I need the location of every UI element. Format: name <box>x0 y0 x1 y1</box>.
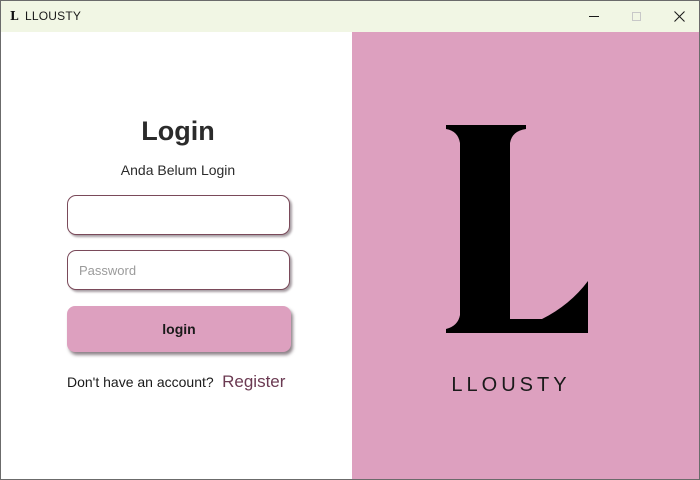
close-button[interactable] <box>656 1 699 32</box>
username-input[interactable] <box>67 195 290 235</box>
llousty-l-logo-icon <box>446 125 588 333</box>
register-link[interactable]: Register <box>222 372 285 391</box>
maximize-button[interactable] <box>613 1 659 32</box>
brand-name: LLOUSTY <box>451 374 571 396</box>
login-button[interactable]: login <box>67 306 291 352</box>
password-input[interactable] <box>67 250 290 290</box>
brand-panel <box>352 32 699 479</box>
register-prompt: Don't have an account? Register <box>67 372 285 392</box>
close-icon <box>673 11 685 22</box>
minimize-button[interactable] <box>571 1 617 32</box>
minimize-icon <box>589 16 599 17</box>
maximize-icon <box>631 12 641 21</box>
window-title: LLOUSTY <box>25 9 82 23</box>
app-logo-icon: L <box>10 9 19 23</box>
login-panel: Login Anda Belum Login login Don't have … <box>1 32 352 479</box>
no-account-text: Don't have an account? <box>67 374 214 390</box>
login-title: Login <box>141 116 215 146</box>
login-status-text: Anda Belum Login <box>120 162 236 178</box>
title-bar[interactable]: L LLOUSTY <box>1 1 699 32</box>
app-window: L LLOUSTY Login Anda Belum Login login D… <box>0 0 700 480</box>
